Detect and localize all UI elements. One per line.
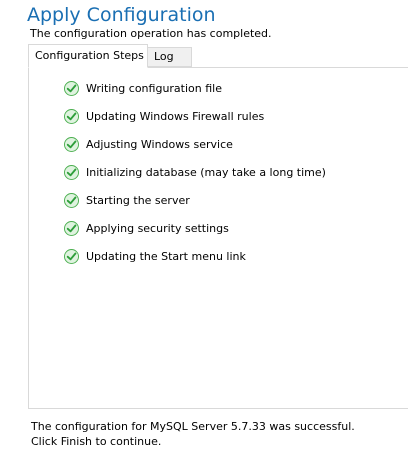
step-label: Applying security settings: [86, 222, 229, 235]
check-icon: [64, 109, 79, 124]
tab-log[interactable]: Log: [147, 47, 192, 67]
step-label: Updating the Start menu link: [86, 250, 246, 263]
check-icon: [64, 165, 79, 180]
tab-configuration-steps[interactable]: Configuration Steps: [28, 44, 148, 68]
step-label: Starting the server: [86, 194, 190, 207]
check-icon: [64, 193, 79, 208]
page-title: Apply Configuration: [27, 4, 216, 26]
check-icon: [64, 221, 79, 236]
configuration-steps-panel: Writing configuration file Updating Wind…: [28, 67, 408, 409]
status-line-result: The configuration for MySQL Server 5.7.3…: [31, 420, 355, 433]
apply-configuration-page: Apply Configuration The configuration op…: [0, 0, 408, 456]
step-label: Adjusting Windows service: [86, 138, 233, 151]
check-icon: [64, 137, 79, 152]
step-label: Initializing database (may take a long t…: [86, 166, 326, 179]
status-message: The configuration for MySQL Server 5.7.3…: [31, 419, 355, 449]
check-icon: [64, 81, 79, 96]
step-label: Updating Windows Firewall rules: [86, 110, 265, 123]
page-subtitle: The configuration operation has complete…: [30, 27, 272, 40]
status-line-instruction: Click Finish to continue.: [31, 435, 162, 448]
check-icon: [64, 249, 79, 264]
step-label: Writing configuration file: [86, 82, 222, 95]
